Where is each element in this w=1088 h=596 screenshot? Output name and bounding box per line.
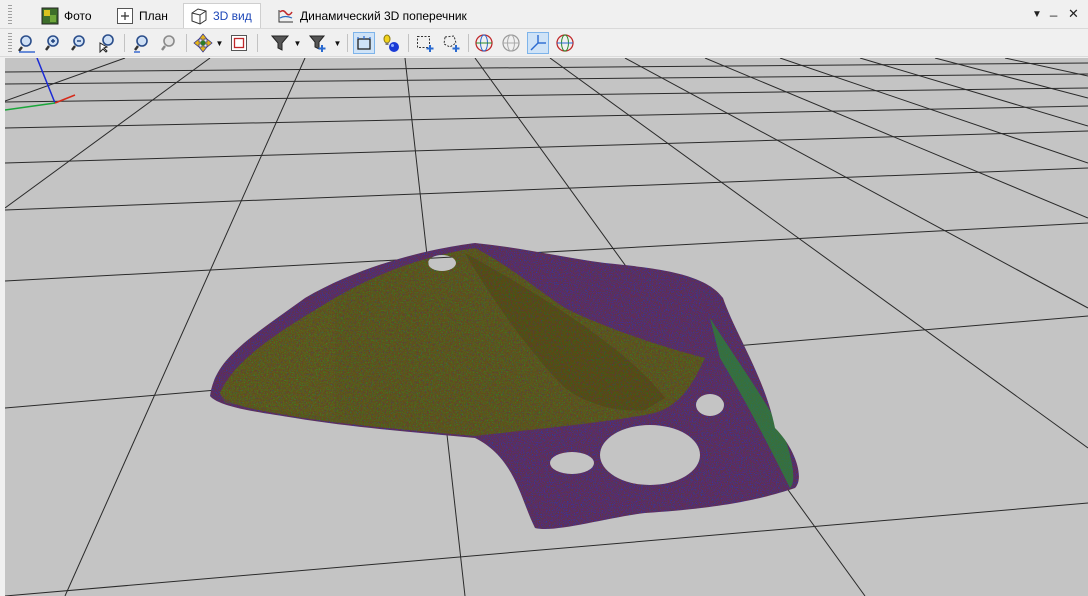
toolbar-separator: [347, 34, 348, 52]
zoom-extents-button[interactable]: [16, 32, 38, 54]
zoom-extents-icon: [18, 35, 35, 53]
tab-label: Динамический 3D поперечник: [300, 9, 467, 23]
zoom-out-button[interactable]: [69, 32, 91, 54]
bounding-box-button[interactable]: [353, 32, 375, 54]
rect-select-button[interactable]: [414, 32, 436, 54]
3d-scene: [5, 58, 1088, 596]
zoom-next-icon: [161, 35, 175, 51]
sphere-icon: [502, 34, 520, 52]
axes-button[interactable]: [527, 32, 549, 54]
zoom-previous-button[interactable]: [131, 32, 153, 54]
filter-add-icon: [308, 35, 326, 52]
tab-photo[interactable]: Фото: [34, 3, 101, 28]
zoom-in-icon: [45, 35, 59, 51]
pan-navigate-button[interactable]: [192, 32, 214, 54]
axes-icon: [530, 35, 546, 51]
toolbar-separator: [124, 34, 125, 52]
zoom-in-button[interactable]: [43, 32, 65, 54]
tab-plan[interactable]: План: [109, 3, 177, 28]
cross-section-icon: [277, 7, 295, 25]
sphere-view-button[interactable]: [500, 32, 522, 54]
zoom-select-icon: [99, 34, 114, 53]
lasso-select-button[interactable]: [440, 32, 462, 54]
globe-view-button[interactable]: [473, 32, 495, 54]
filter-icon: [270, 35, 290, 51]
plan-icon: [116, 7, 134, 25]
3d-viewport[interactable]: [5, 58, 1088, 596]
filter-dropdown[interactable]: ▼: [293, 32, 302, 54]
cube-3d-icon: [190, 7, 208, 25]
globe-color-button[interactable]: [554, 32, 576, 54]
minimize-button[interactable]: _: [1050, 2, 1057, 17]
tab-grip[interactable]: [8, 5, 12, 25]
tab-bar: Фото План 3D вид Динамический 3D попереч…: [0, 0, 1088, 29]
globe-icon: [475, 34, 493, 52]
bounding-box-icon: [357, 36, 371, 50]
zoom-out-icon: [71, 35, 85, 51]
tab-menu-button[interactable]: ▼: [1032, 9, 1042, 20]
view-toolbar: ▼ ▼ ▼: [0, 29, 1088, 57]
rect-select-icon: [417, 36, 434, 52]
zoom-next-button[interactable]: [158, 32, 180, 54]
toolbar-separator: [468, 34, 469, 52]
navigate-icon: [193, 33, 213, 53]
zoom-previous-icon: [134, 35, 148, 53]
light-bulb-icon: [383, 34, 399, 52]
frame-icon: [231, 35, 247, 51]
toolbar-separator: [408, 34, 409, 52]
navigate-dropdown[interactable]: ▼: [215, 32, 224, 54]
close-button[interactable]: ✕: [1068, 6, 1079, 22]
zoom-select-button[interactable]: [96, 32, 118, 54]
tab-3d-view[interactable]: 3D вид: [183, 3, 261, 28]
photo-icon: [41, 7, 59, 25]
light-button[interactable]: [380, 32, 402, 54]
filter-button[interactable]: [269, 32, 291, 54]
toolbar-grip[interactable]: [8, 33, 12, 53]
globe-color-icon: [556, 34, 574, 52]
tab-dynamic-3d-cross-section[interactable]: Динамический 3D поперечник: [270, 3, 476, 28]
filter-add-dropdown[interactable]: ▼: [333, 32, 342, 54]
frame-button[interactable]: [228, 32, 250, 54]
tab-label: Фото: [64, 9, 92, 23]
tab-label: План: [139, 9, 168, 23]
filter-add-button[interactable]: [307, 32, 329, 54]
tab-label: 3D вид: [213, 9, 252, 23]
toolbar-separator: [257, 34, 258, 52]
lasso-select-icon: [443, 35, 460, 52]
toolbar-separator: [186, 34, 187, 52]
